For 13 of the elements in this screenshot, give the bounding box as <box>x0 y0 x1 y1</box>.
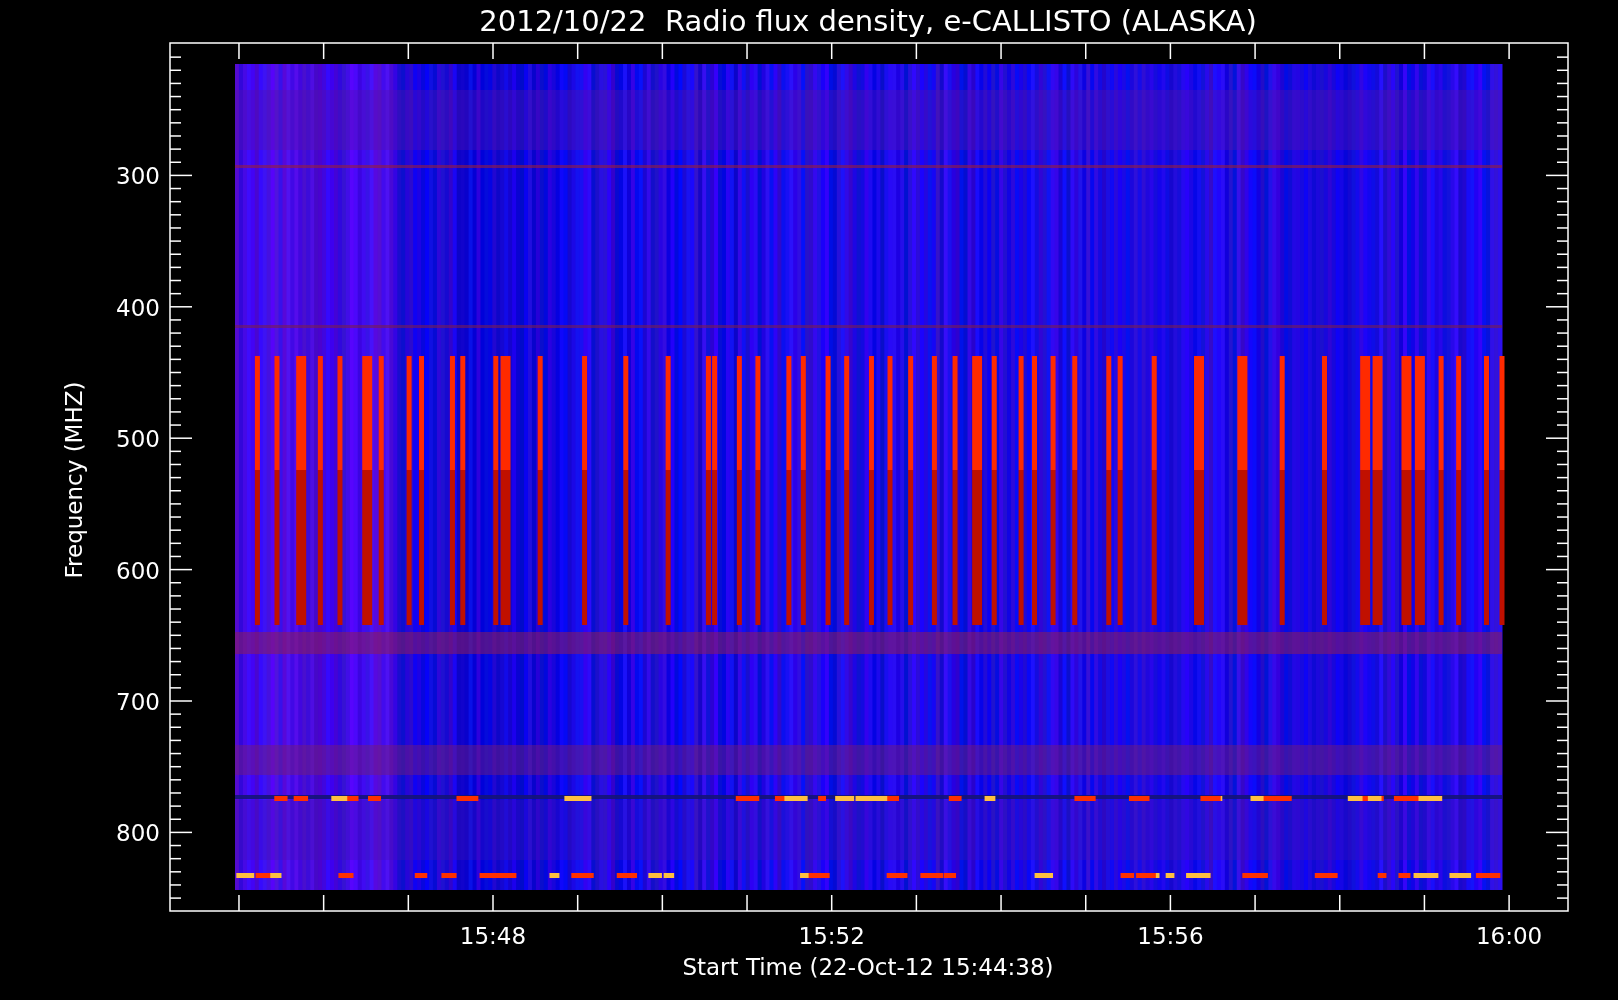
y-tick-label: 600 <box>116 557 160 584</box>
x-tick-label: 16:00 <box>1475 923 1543 949</box>
x-tick-label: 15:48 <box>459 923 527 949</box>
plot-title: 2012/10/22 Radio flux density, e-CALLISTO (ALASKA) <box>479 4 1257 38</box>
x-tick-label: 15:56 <box>1137 923 1204 949</box>
y-tick-label: 800 <box>116 820 160 847</box>
y-axis-label: Frequency (MHZ) <box>61 381 87 579</box>
y-tick-label: 400 <box>116 294 160 321</box>
x-tick-label: 15:52 <box>798 923 865 949</box>
x-axis-label: Start Time (22-Oct-12 15:44:38) <box>682 954 1054 980</box>
y-tick-label: 300 <box>116 163 160 190</box>
y-tick-label: 500 <box>116 426 160 453</box>
y-tick-label: 700 <box>116 689 160 715</box>
